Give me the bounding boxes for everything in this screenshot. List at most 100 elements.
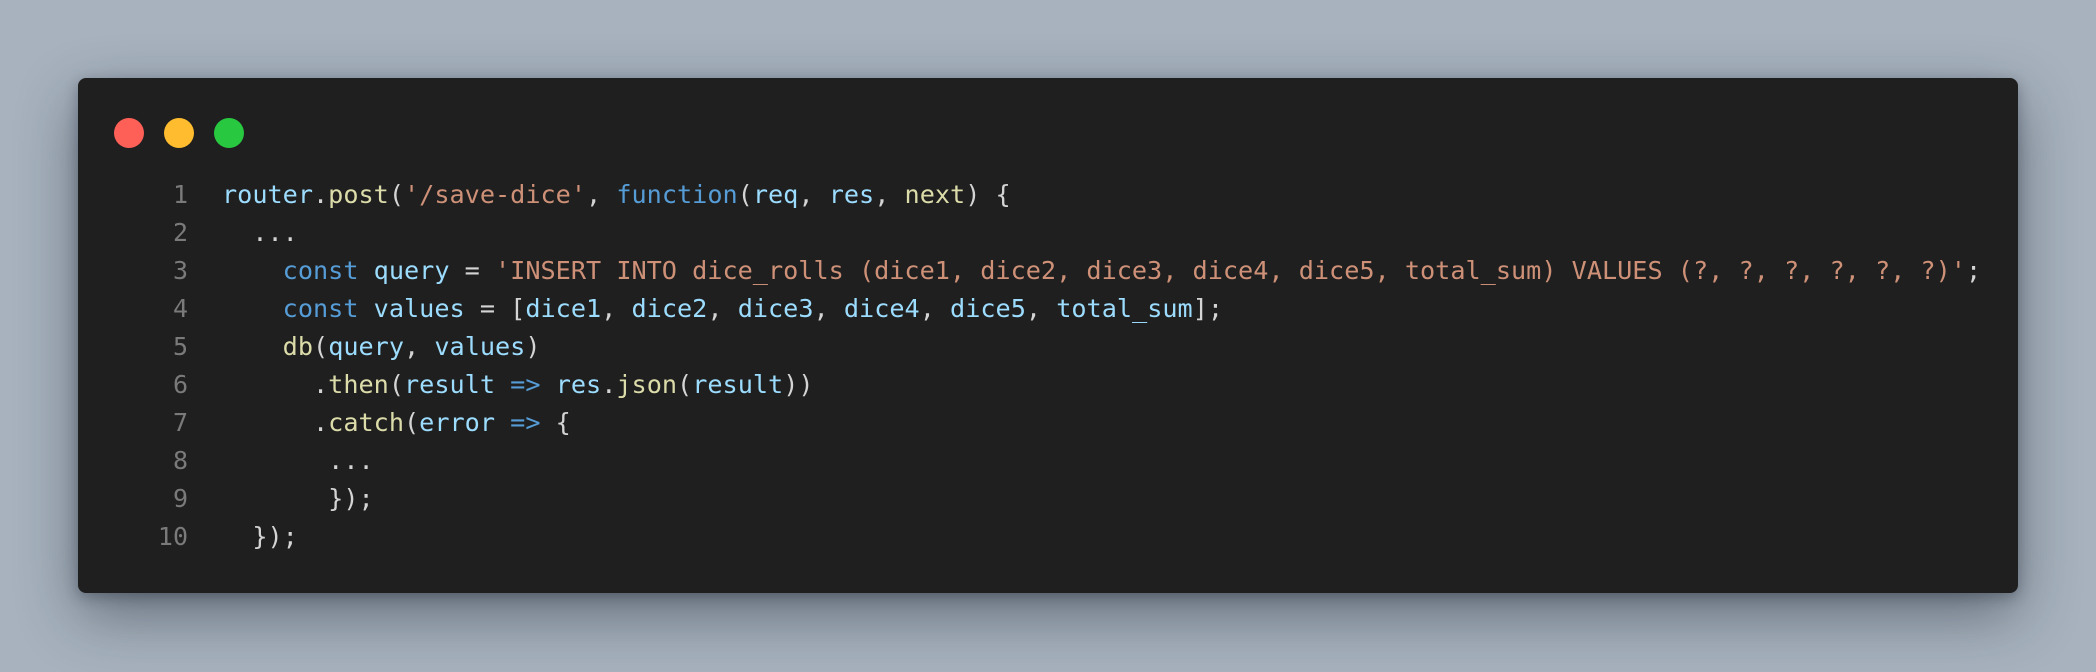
line-number: 10 <box>157 522 188 551</box>
code-token: const <box>282 256 359 285</box>
line-source: .catch(error => { <box>222 404 571 442</box>
code-token: post <box>328 180 389 209</box>
code-line: 4 const values = [dice1, dice2, dice3, d… <box>102 290 1998 328</box>
code-token: query <box>328 332 405 361</box>
line-number: 3 <box>172 256 188 285</box>
line-number: 2 <box>172 218 188 247</box>
minimize-window-button[interactable] <box>164 118 194 148</box>
line-number: 4 <box>172 294 188 323</box>
code-token: query <box>373 256 450 285</box>
code-token: req <box>752 180 799 209</box>
line-source: }); <box>222 518 298 556</box>
code-window: 1 router.post('/save-dice', function(req,… <box>78 78 2018 593</box>
code-token: ) { <box>965 180 1011 209</box>
line-source: db(query, values) <box>222 328 541 366</box>
line-source: const query = 'INSERT INTO dice_rolls (d… <box>222 252 1981 290</box>
code-token: . <box>601 370 617 399</box>
code-token: , <box>874 180 905 209</box>
line-number: 1 <box>172 180 188 209</box>
code-token: values <box>434 332 526 361</box>
code-token: )) <box>783 370 814 399</box>
code-token: . <box>222 370 329 399</box>
code-token: db <box>282 332 314 361</box>
code-token: json <box>616 370 678 399</box>
code-token: ... <box>222 446 374 475</box>
code-block: 1 router.post('/save-dice', function(req,… <box>102 176 1998 556</box>
code-token: router <box>222 180 313 209</box>
code-token: result <box>692 370 784 399</box>
code-token: function <box>616 180 738 209</box>
code-token: , <box>404 332 435 361</box>
code-token: dice2 <box>631 294 708 323</box>
code-token: result <box>404 370 495 399</box>
line-number: 5 <box>172 332 188 361</box>
line-source: const values = [dice1, dice2, dice3, dic… <box>222 290 1223 328</box>
line-source: ... <box>222 214 298 252</box>
code-line: 3 const query = 'INSERT INTO dice_rolls … <box>102 252 1998 290</box>
code-line: 8 ... <box>102 442 1998 480</box>
code-token: , <box>919 294 951 323</box>
code-token: const <box>282 294 359 323</box>
code-line: 2 ... <box>102 214 1998 252</box>
zoom-window-button[interactable] <box>214 118 244 148</box>
code-token: => <box>510 408 541 437</box>
code-token: => <box>510 370 541 399</box>
line-number: 7 <box>172 408 188 437</box>
code-line: 10 }); <box>102 518 1998 556</box>
code-line: 9 }); <box>102 480 1998 518</box>
code-token: ( <box>313 332 329 361</box>
code-token: ]; <box>1192 294 1224 323</box>
code-token: next <box>904 180 966 209</box>
code-token: error <box>419 408 495 437</box>
code-token: , <box>813 294 844 323</box>
code-token: . <box>313 180 329 209</box>
code-token: dice1 <box>525 294 602 323</box>
code-token: , <box>586 180 617 209</box>
code-token: then <box>328 370 389 399</box>
code-token: = [ <box>464 294 526 323</box>
code-token: , <box>707 294 738 323</box>
code-token: ( <box>388 180 405 209</box>
code-token: ( <box>388 370 404 399</box>
code-token: ( <box>677 370 693 399</box>
code-token: dice3 <box>737 294 814 323</box>
line-source: .then(result => res.json(result)) <box>222 366 814 404</box>
code-line: 5 db(query, values) <box>102 328 1998 366</box>
code-token: '/save-dice' <box>404 180 586 209</box>
code-token: { <box>540 408 571 437</box>
code-token: ; <box>1965 256 1982 285</box>
code-token: values <box>373 294 465 323</box>
code-line: 7 .catch(error => { <box>102 404 1998 442</box>
code-token: dice5 <box>950 294 1026 323</box>
window-titlebar <box>114 118 244 148</box>
line-source: ... <box>222 442 374 480</box>
line-number: 8 <box>172 446 188 475</box>
code-token: ( <box>737 180 753 209</box>
line-source: }); <box>222 480 374 518</box>
code-token: res <box>555 370 602 399</box>
line-source: router.post('/save-dice', function(req, … <box>222 176 1011 214</box>
line-number: 6 <box>172 370 188 399</box>
code-token: , <box>601 294 632 323</box>
code-token: }); <box>222 522 298 551</box>
code-token: res <box>828 180 875 209</box>
close-window-button[interactable] <box>114 118 144 148</box>
code-token: catch <box>328 408 404 437</box>
code-token: }); <box>222 484 374 513</box>
code-line: 6 .then(result => res.json(result)) <box>102 366 1998 404</box>
code-token: ... <box>222 218 298 247</box>
code-token: ( <box>403 408 420 437</box>
code-token: dice4 <box>843 294 920 323</box>
code-token: . <box>222 408 329 437</box>
code-token: = <box>449 256 495 285</box>
code-token: ) <box>525 332 541 361</box>
code-token: 'INSERT INTO dice_rolls (dice1, dice2, d… <box>495 256 1966 285</box>
